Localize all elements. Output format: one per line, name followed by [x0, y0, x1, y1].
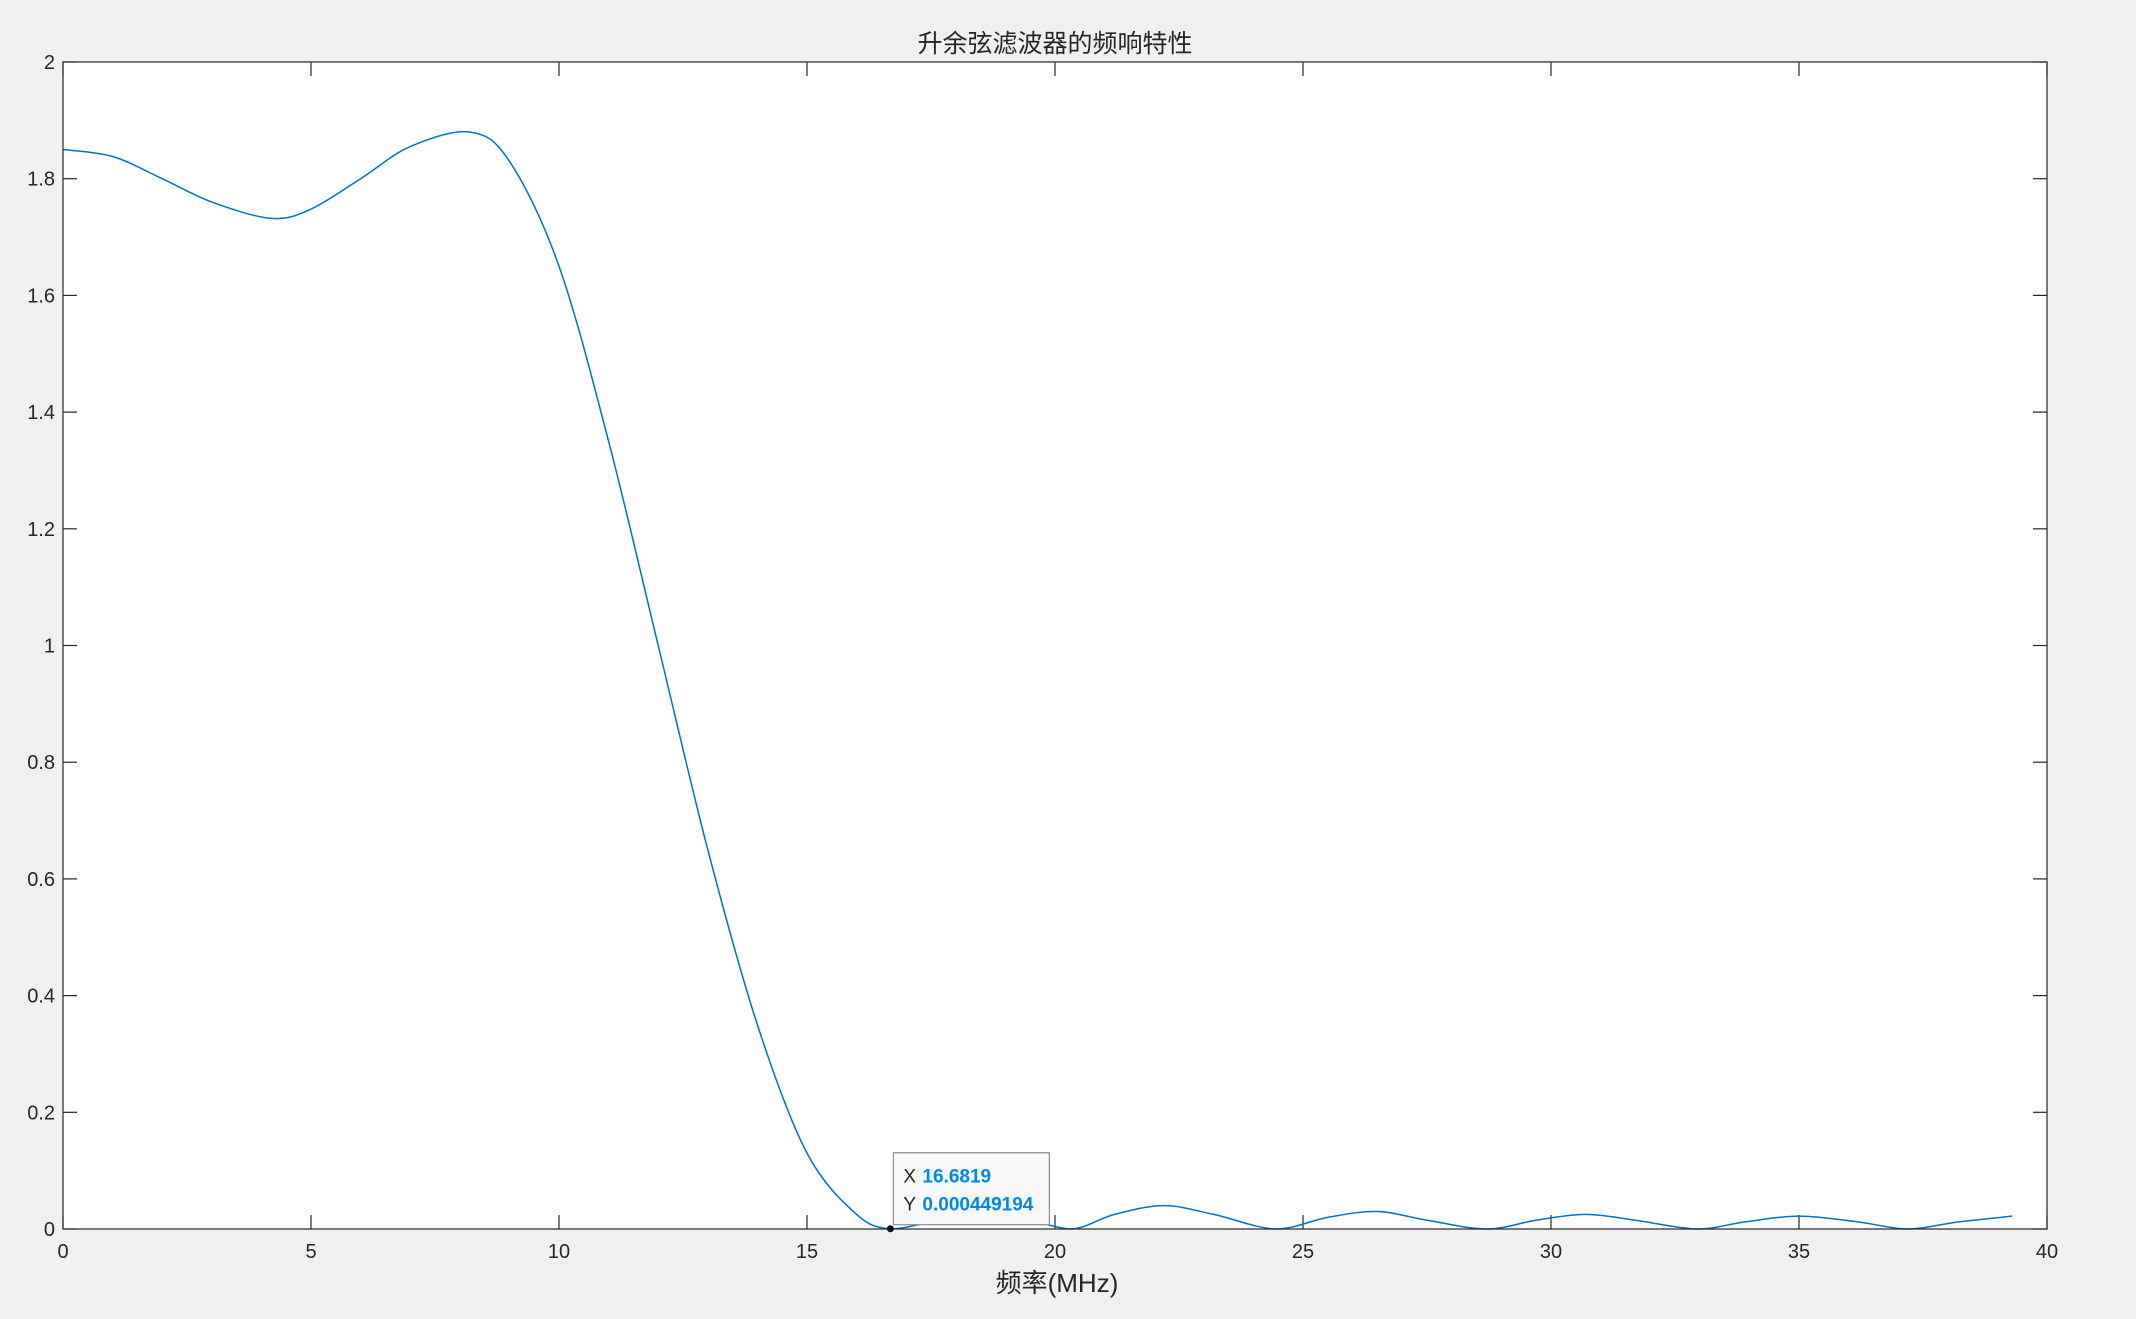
y-tick-label: 1.4 [27, 402, 55, 424]
x-tick-label: 40 [2036, 1241, 2058, 1263]
y-tick-label: 1.8 [27, 169, 55, 191]
x-axis-label: 频率(MHz) [996, 1268, 1119, 1298]
x-tick-label: 20 [1044, 1241, 1066, 1263]
x-tick-label: 10 [548, 1241, 570, 1263]
x-tick-label: 35 [1788, 1241, 1810, 1263]
datatip-x-key: X [903, 1167, 916, 1188]
y-tick-label: 0.2 [27, 1102, 55, 1124]
x-tick-label: 5 [305, 1241, 316, 1263]
y-tick-label: 0.4 [27, 986, 55, 1008]
y-tick-label: 1.2 [27, 519, 55, 541]
y-tick-label: 1 [44, 636, 55, 658]
y-tick-label: 0 [44, 1219, 55, 1241]
datatip-y-value: 0.000449194 [922, 1195, 1033, 1216]
datatip-marker[interactable] [886, 1225, 894, 1233]
chart-title: 升余弦滤波器的频响特性 [917, 30, 1192, 58]
y-tick-label: 2 [44, 52, 55, 74]
plot-area [63, 62, 2047, 1229]
datatip-x-value: 16.6819 [922, 1167, 991, 1188]
x-tick-label: 15 [796, 1241, 818, 1263]
chart: 0 5 10 15 20 25 30 35 40 0 0.2 0.4 0.6 0.8 1 1.2 1.4 1.6 1… [27, 30, 2058, 1298]
y-tick-label: 0.6 [27, 869, 55, 891]
x-tick-label: 30 [1540, 1241, 1562, 1263]
datatip-layer[interactable]: X 16.6819 Y 0.000449194 [886, 1152, 1051, 1233]
x-tick-label: 0 [57, 1241, 68, 1263]
datatip-y-key: Y [903, 1195, 916, 1216]
x-tick-label: 25 [1292, 1241, 1314, 1263]
y-tick-label: 0.8 [27, 752, 55, 774]
y-tick-label: 1.6 [27, 285, 55, 307]
figure-window: 0 5 10 15 20 25 30 35 40 0 0.2 0.4 0.6 0.8 1 1.2 1.4 1.6 1… [0, 0, 2136, 1314]
